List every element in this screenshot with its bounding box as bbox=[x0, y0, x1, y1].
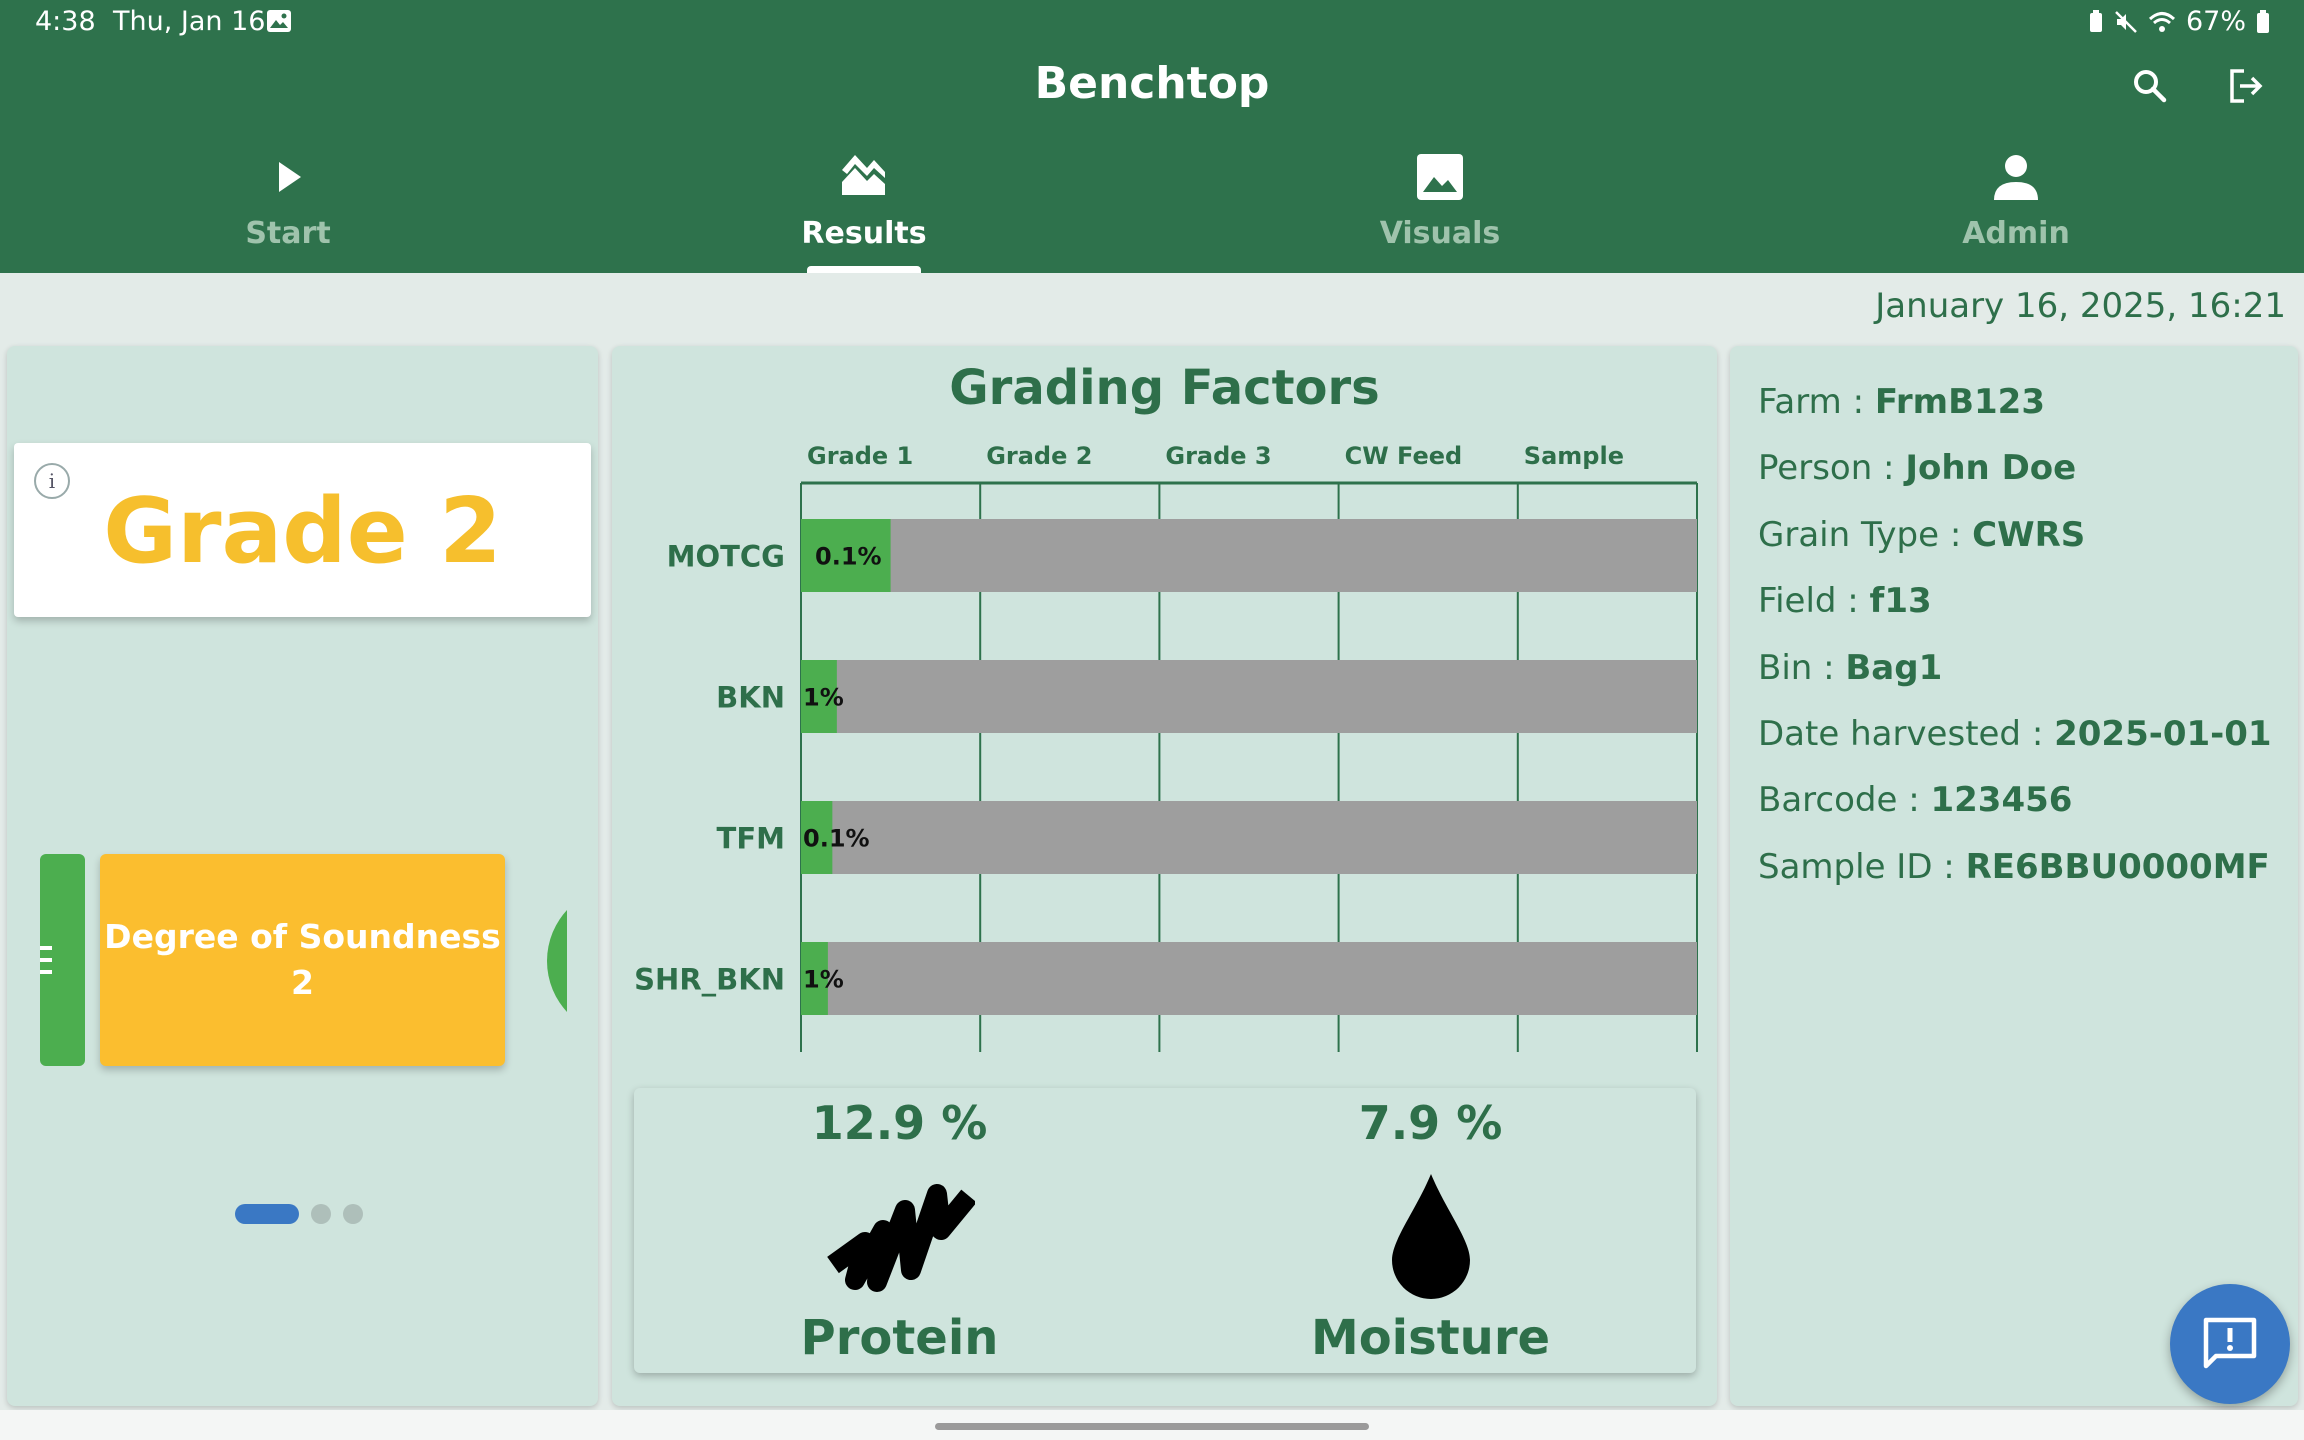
home-indicator[interactable] bbox=[935, 1423, 1369, 1430]
category-label: MOTCG bbox=[667, 540, 785, 574]
water-drop-icon bbox=[1391, 1174, 1470, 1299]
battery-percent: 67% bbox=[2185, 6, 2246, 37]
logout-icon[interactable] bbox=[2226, 66, 2266, 106]
grading-factors-panel: Grading Factors Grade 1 Grade 2 Grade 3 CW … bbox=[612, 346, 1717, 1406]
detail-value: RE6BBU0000MF bbox=[1965, 846, 2270, 887]
column-label: CW Feed bbox=[1345, 442, 1463, 470]
column-label: Grade 1 bbox=[807, 442, 913, 470]
chart-icon bbox=[842, 155, 885, 195]
menu-icon bbox=[40, 946, 52, 974]
detail-label: Farm : bbox=[1758, 382, 1875, 422]
detail-value: FrmB123 bbox=[1874, 382, 2045, 422]
tab-start-label: Start bbox=[245, 216, 331, 251]
detail-value: John Doe bbox=[1905, 448, 2077, 489]
grading-factors-chart: Grade 1 Grade 2 Grade 3 CW Feed Sample MOTCG 0… bbox=[634, 442, 1698, 1052]
tab-results-label: Results bbox=[801, 216, 927, 251]
tab-admin-label: Admin bbox=[1962, 216, 2070, 251]
detail-label: Sample ID : bbox=[1758, 846, 1966, 887]
gallery-icon bbox=[267, 10, 291, 32]
detail-row: Date harvested : 2025-01-01 bbox=[1758, 714, 2272, 780]
tab-start[interactable]: Start bbox=[138, 150, 438, 273]
tab-results[interactable]: Results bbox=[714, 150, 1014, 273]
category-label: SHR_BKN bbox=[634, 963, 785, 997]
column-label: Sample bbox=[1524, 442, 1624, 470]
tab-visuals-label: Visuals bbox=[1379, 216, 1501, 251]
carousel-pagination bbox=[235, 1204, 363, 1224]
detail-value: 2025-01-01 bbox=[2054, 713, 2272, 754]
moisture-value: 7.9 % bbox=[1358, 1096, 1503, 1150]
battery-icon bbox=[2257, 9, 2269, 33]
tab-indicator bbox=[807, 266, 921, 273]
carousel-prev-card[interactable] bbox=[40, 854, 85, 1066]
mute-icon bbox=[2115, 10, 2137, 33]
search-icon[interactable] bbox=[2130, 66, 2170, 106]
moisture-label: Moisture bbox=[1310, 1310, 1551, 1366]
detail-value: f13 bbox=[1869, 581, 1932, 622]
result-timestamp: January 16, 2025, 16:21 bbox=[1875, 286, 2286, 326]
protein-label: Protein bbox=[800, 1310, 999, 1366]
column-label: Grade 2 bbox=[986, 442, 1092, 470]
detail-label: Date harvested : bbox=[1758, 713, 2055, 754]
detail-label: Bin : bbox=[1758, 647, 1846, 688]
carousel-card-title: Degree of Soundness bbox=[104, 917, 501, 956]
tab-admin[interactable]: Admin bbox=[1866, 150, 2166, 273]
protein-value: 12.9 % bbox=[811, 1096, 988, 1150]
protein-helix-icon bbox=[826, 1184, 975, 1292]
carousel-card[interactable]: Degree of Soundness 2 bbox=[100, 854, 505, 1066]
detail-row: Barcode : 123456 bbox=[1758, 780, 2272, 846]
detail-row: Grain Type : CWRS bbox=[1758, 515, 2272, 581]
bar-value-label: 0.1% bbox=[803, 825, 870, 853]
pagination-dot[interactable] bbox=[235, 1204, 299, 1224]
metrics-card: 12.9 % Protein 7.9 % Moisture bbox=[634, 1088, 1696, 1373]
bar-track bbox=[801, 801, 1697, 874]
tab-visuals[interactable]: Visuals bbox=[1290, 150, 1590, 273]
category-label: BKN bbox=[716, 681, 785, 715]
detail-row: Person : John Doe bbox=[1758, 448, 2272, 514]
play-icon bbox=[279, 162, 301, 192]
detail-label: Person : bbox=[1758, 448, 1906, 489]
grade-panel: i Grade 2 Degree of Soundness 2 bbox=[7, 346, 598, 1406]
feedback-icon bbox=[2203, 1317, 2257, 1369]
detail-row: Field : f13 bbox=[1758, 581, 2272, 647]
app-title: Benchtop bbox=[1034, 58, 1270, 109]
bar-track bbox=[801, 660, 1697, 733]
bar-value-label: 1% bbox=[803, 684, 844, 712]
grade-card: i Grade 2 bbox=[14, 443, 591, 617]
pagination-dot[interactable] bbox=[311, 1204, 331, 1224]
battery-saver-icon bbox=[2089, 9, 2102, 32]
detail-label: Barcode : bbox=[1758, 780, 1931, 821]
detail-row: Bin : Bag1 bbox=[1758, 648, 2272, 714]
app-bar: 4:38 Thu, Jan 16 67% Benchtop Start Resu… bbox=[0, 0, 2304, 273]
grade-text: Grade 2 bbox=[103, 479, 502, 584]
status-icons: 67% bbox=[2088, 6, 2270, 37]
person-icon bbox=[1994, 155, 2038, 200]
bar-track bbox=[801, 942, 1697, 1015]
sample-details: Farm : FrmB123 Person : John Doe Grain Typ… bbox=[1758, 382, 2272, 913]
status-time: 4:38 bbox=[35, 6, 96, 37]
column-label: Grade 3 bbox=[1165, 442, 1271, 470]
detail-value: Bag1 bbox=[1845, 647, 1943, 688]
detail-row: Farm : FrmB123 bbox=[1758, 382, 2272, 448]
carousel-card-value: 2 bbox=[291, 963, 314, 1002]
sample-details-panel: Farm : FrmB123 Person : John Doe Grain Typ… bbox=[1730, 346, 2298, 1406]
carousel-next-card[interactable] bbox=[547, 886, 567, 1036]
image-icon bbox=[1417, 154, 1463, 200]
detail-row: Sample ID : RE6BBU0000MF bbox=[1758, 847, 2272, 913]
status-date: Thu, Jan 16 bbox=[113, 6, 266, 37]
detail-value: CWRS bbox=[1972, 514, 2086, 555]
feedback-button[interactable] bbox=[2170, 1284, 2290, 1404]
wifi-icon bbox=[2148, 11, 2175, 32]
moisture-metric: 7.9 % Moisture bbox=[1165, 1088, 1696, 1373]
bar-value-label: 1% bbox=[803, 966, 844, 994]
category-label: TFM bbox=[717, 822, 785, 856]
detail-label: Grain Type : bbox=[1758, 514, 1973, 555]
pagination-dot[interactable] bbox=[343, 1204, 363, 1224]
detail-label: Field : bbox=[1758, 581, 1870, 622]
protein-metric: 12.9 % Protein bbox=[634, 1088, 1165, 1373]
bar-track bbox=[801, 519, 1697, 592]
detail-value: 123456 bbox=[1930, 780, 2073, 821]
bar-value-label: 0.1% bbox=[815, 543, 882, 571]
